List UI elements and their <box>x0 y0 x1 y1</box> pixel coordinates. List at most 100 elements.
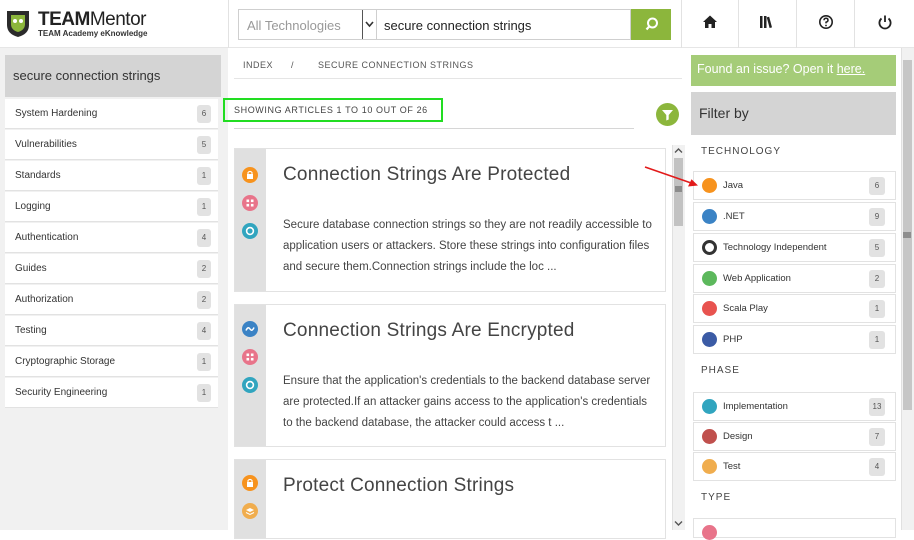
phase-filter-item[interactable]: Test 4 <box>693 452 896 481</box>
breadcrumb: INDEX / SECURE CONNECTION STRINGS <box>234 55 682 79</box>
phase-filter-item[interactable]: Implementation 13 <box>693 392 896 421</box>
header-divider <box>228 0 229 48</box>
header-divider <box>854 0 855 48</box>
funnel-icon <box>662 110 673 121</box>
breadcrumb-separator: / <box>291 60 295 70</box>
annotation-arrow-icon <box>644 166 698 187</box>
article-title[interactable]: Connection Strings Are Protected <box>283 164 570 186</box>
type-filter-item[interactable] <box>693 518 896 540</box>
category-item[interactable]: Logging 1 <box>5 192 218 222</box>
category-label: Testing <box>15 325 47 336</box>
article-icon-strip <box>235 149 266 291</box>
category-item[interactable]: Standards 1 <box>5 161 218 191</box>
filter-panel-title: Filter by <box>691 92 896 135</box>
header: TEAMMentor TEAM Academy eKnowledge All T… <box>0 0 914 48</box>
category-label: Security Engineering <box>15 387 108 398</box>
article-title[interactable]: Protect Connection Strings <box>283 475 514 497</box>
article-card[interactable]: Protect Connection Strings <box>234 459 666 539</box>
technology-select[interactable]: All Technologies <box>238 9 377 40</box>
phase-filter-item[interactable]: Design 7 <box>693 422 896 451</box>
java-icon <box>242 475 258 491</box>
filter-toggle-button[interactable] <box>656 103 679 126</box>
category-item[interactable]: Testing 4 <box>5 316 218 346</box>
category-label: Standards <box>15 170 61 181</box>
article-card[interactable]: Connection Strings Are Encrypted Ensure … <box>234 304 666 447</box>
home-icon[interactable] <box>698 10 722 34</box>
team-mentor-logo[interactable]: TEAMMentor TEAM Academy eKnowledge <box>4 7 164 41</box>
php-icon <box>702 332 717 347</box>
technology-filter-label: Technology Independent <box>723 242 827 253</box>
phase-filter-count: 4 <box>869 458 885 476</box>
technology-filter-item[interactable]: Scala Play 1 <box>693 294 896 323</box>
report-issue-link[interactable]: here. <box>837 62 866 76</box>
category-label: System Hardening <box>15 108 98 119</box>
search-input[interactable]: secure connection strings <box>377 9 631 40</box>
category-label: Vulnerabilities <box>15 139 77 150</box>
category-count-badge: 1 <box>197 167 211 185</box>
team-mentor-logo-icon <box>7 11 29 37</box>
category-item[interactable]: System Hardening 6 <box>5 99 218 129</box>
technology-select-value: All Technologies <box>247 18 341 33</box>
brand-name: TEAMMentor <box>38 9 146 30</box>
scroll-up-arrow-icon[interactable] <box>673 146 684 155</box>
category-label: Logging <box>15 201 51 212</box>
category-label: Cryptographic Storage <box>15 356 116 367</box>
phase-filter-label: Design <box>723 431 753 442</box>
dotnet-icon <box>702 209 717 224</box>
technology-filter-item[interactable]: .NET 9 <box>693 202 896 231</box>
category-item[interactable]: Guides 2 <box>5 254 218 284</box>
technology-filter-label: .NET <box>723 211 745 222</box>
header-divider <box>796 0 797 48</box>
header-divider <box>738 0 739 48</box>
article-icon-strip <box>235 460 266 538</box>
brand-tagline: TEAM Academy eKnowledge <box>38 29 148 38</box>
article-card[interactable]: Connection Strings Are Protected Secure … <box>234 148 666 292</box>
search-icon <box>645 17 658 31</box>
technology-heading: TECHNOLOGY <box>701 146 782 157</box>
technology-filter-item[interactable]: Web Application 2 <box>693 264 896 293</box>
article-icon-strip <box>235 305 266 446</box>
category-label: Authorization <box>15 294 74 305</box>
phase-filter-label: Test <box>723 461 741 472</box>
technology-filter-item[interactable]: PHP 1 <box>693 325 896 354</box>
category-item[interactable]: Authorization 2 <box>5 285 218 315</box>
article-title[interactable]: Connection Strings Are Encrypted <box>283 320 575 342</box>
phase-filter-label: Implementation <box>723 401 788 412</box>
technology-filter-item[interactable]: Technology Independent 5 <box>693 233 896 262</box>
help-icon[interactable] <box>814 10 838 34</box>
technology-filter-label: Scala Play <box>723 303 768 314</box>
flask-icon <box>702 459 717 474</box>
chevron-down-icon[interactable] <box>362 10 376 39</box>
category-item[interactable]: Vulnerabilities 5 <box>5 130 218 160</box>
library-icon[interactable] <box>755 10 779 34</box>
category-count-badge: 4 <box>197 229 211 247</box>
java-icon <box>702 178 717 193</box>
category-item[interactable]: Cryptographic Storage 1 <box>5 347 218 377</box>
category-count-badge: 5 <box>197 136 211 154</box>
technology-filter-label: Web Application <box>723 273 791 284</box>
search-button[interactable] <box>631 9 671 40</box>
breadcrumb-index-link[interactable]: INDEX <box>243 60 273 70</box>
report-issue-text: Found an issue? Open it <box>697 62 837 76</box>
results-count: SHOWING ARTICLES 1 TO 10 OUT OF 26 <box>223 98 443 122</box>
scroll-down-arrow-icon[interactable] <box>673 519 684 528</box>
category-count-badge: 6 <box>197 105 211 123</box>
category-label: Guides <box>15 263 47 274</box>
scroll-grip-icon <box>903 232 911 238</box>
divider <box>234 128 634 129</box>
phase-filter-count: 7 <box>869 428 885 446</box>
category-item[interactable]: Security Engineering 1 <box>5 378 218 408</box>
phase-heading: PHASE <box>701 365 740 376</box>
gear-icon <box>702 399 717 414</box>
article-description: Secure database connection strings so th… <box>283 219 652 273</box>
technology-filter-count: 5 <box>869 239 885 257</box>
technology-filter-count: 2 <box>869 270 885 288</box>
technology-filter-item[interactable]: Java 6 <box>693 171 896 200</box>
power-icon[interactable] <box>873 10 897 34</box>
technology-filter-label: Java <box>723 180 744 191</box>
dotnet-icon <box>242 321 258 337</box>
type-icon <box>702 525 717 540</box>
scala-icon <box>702 301 717 316</box>
category-item[interactable]: Authentication 4 <box>5 223 218 253</box>
gear-icon <box>242 377 258 393</box>
